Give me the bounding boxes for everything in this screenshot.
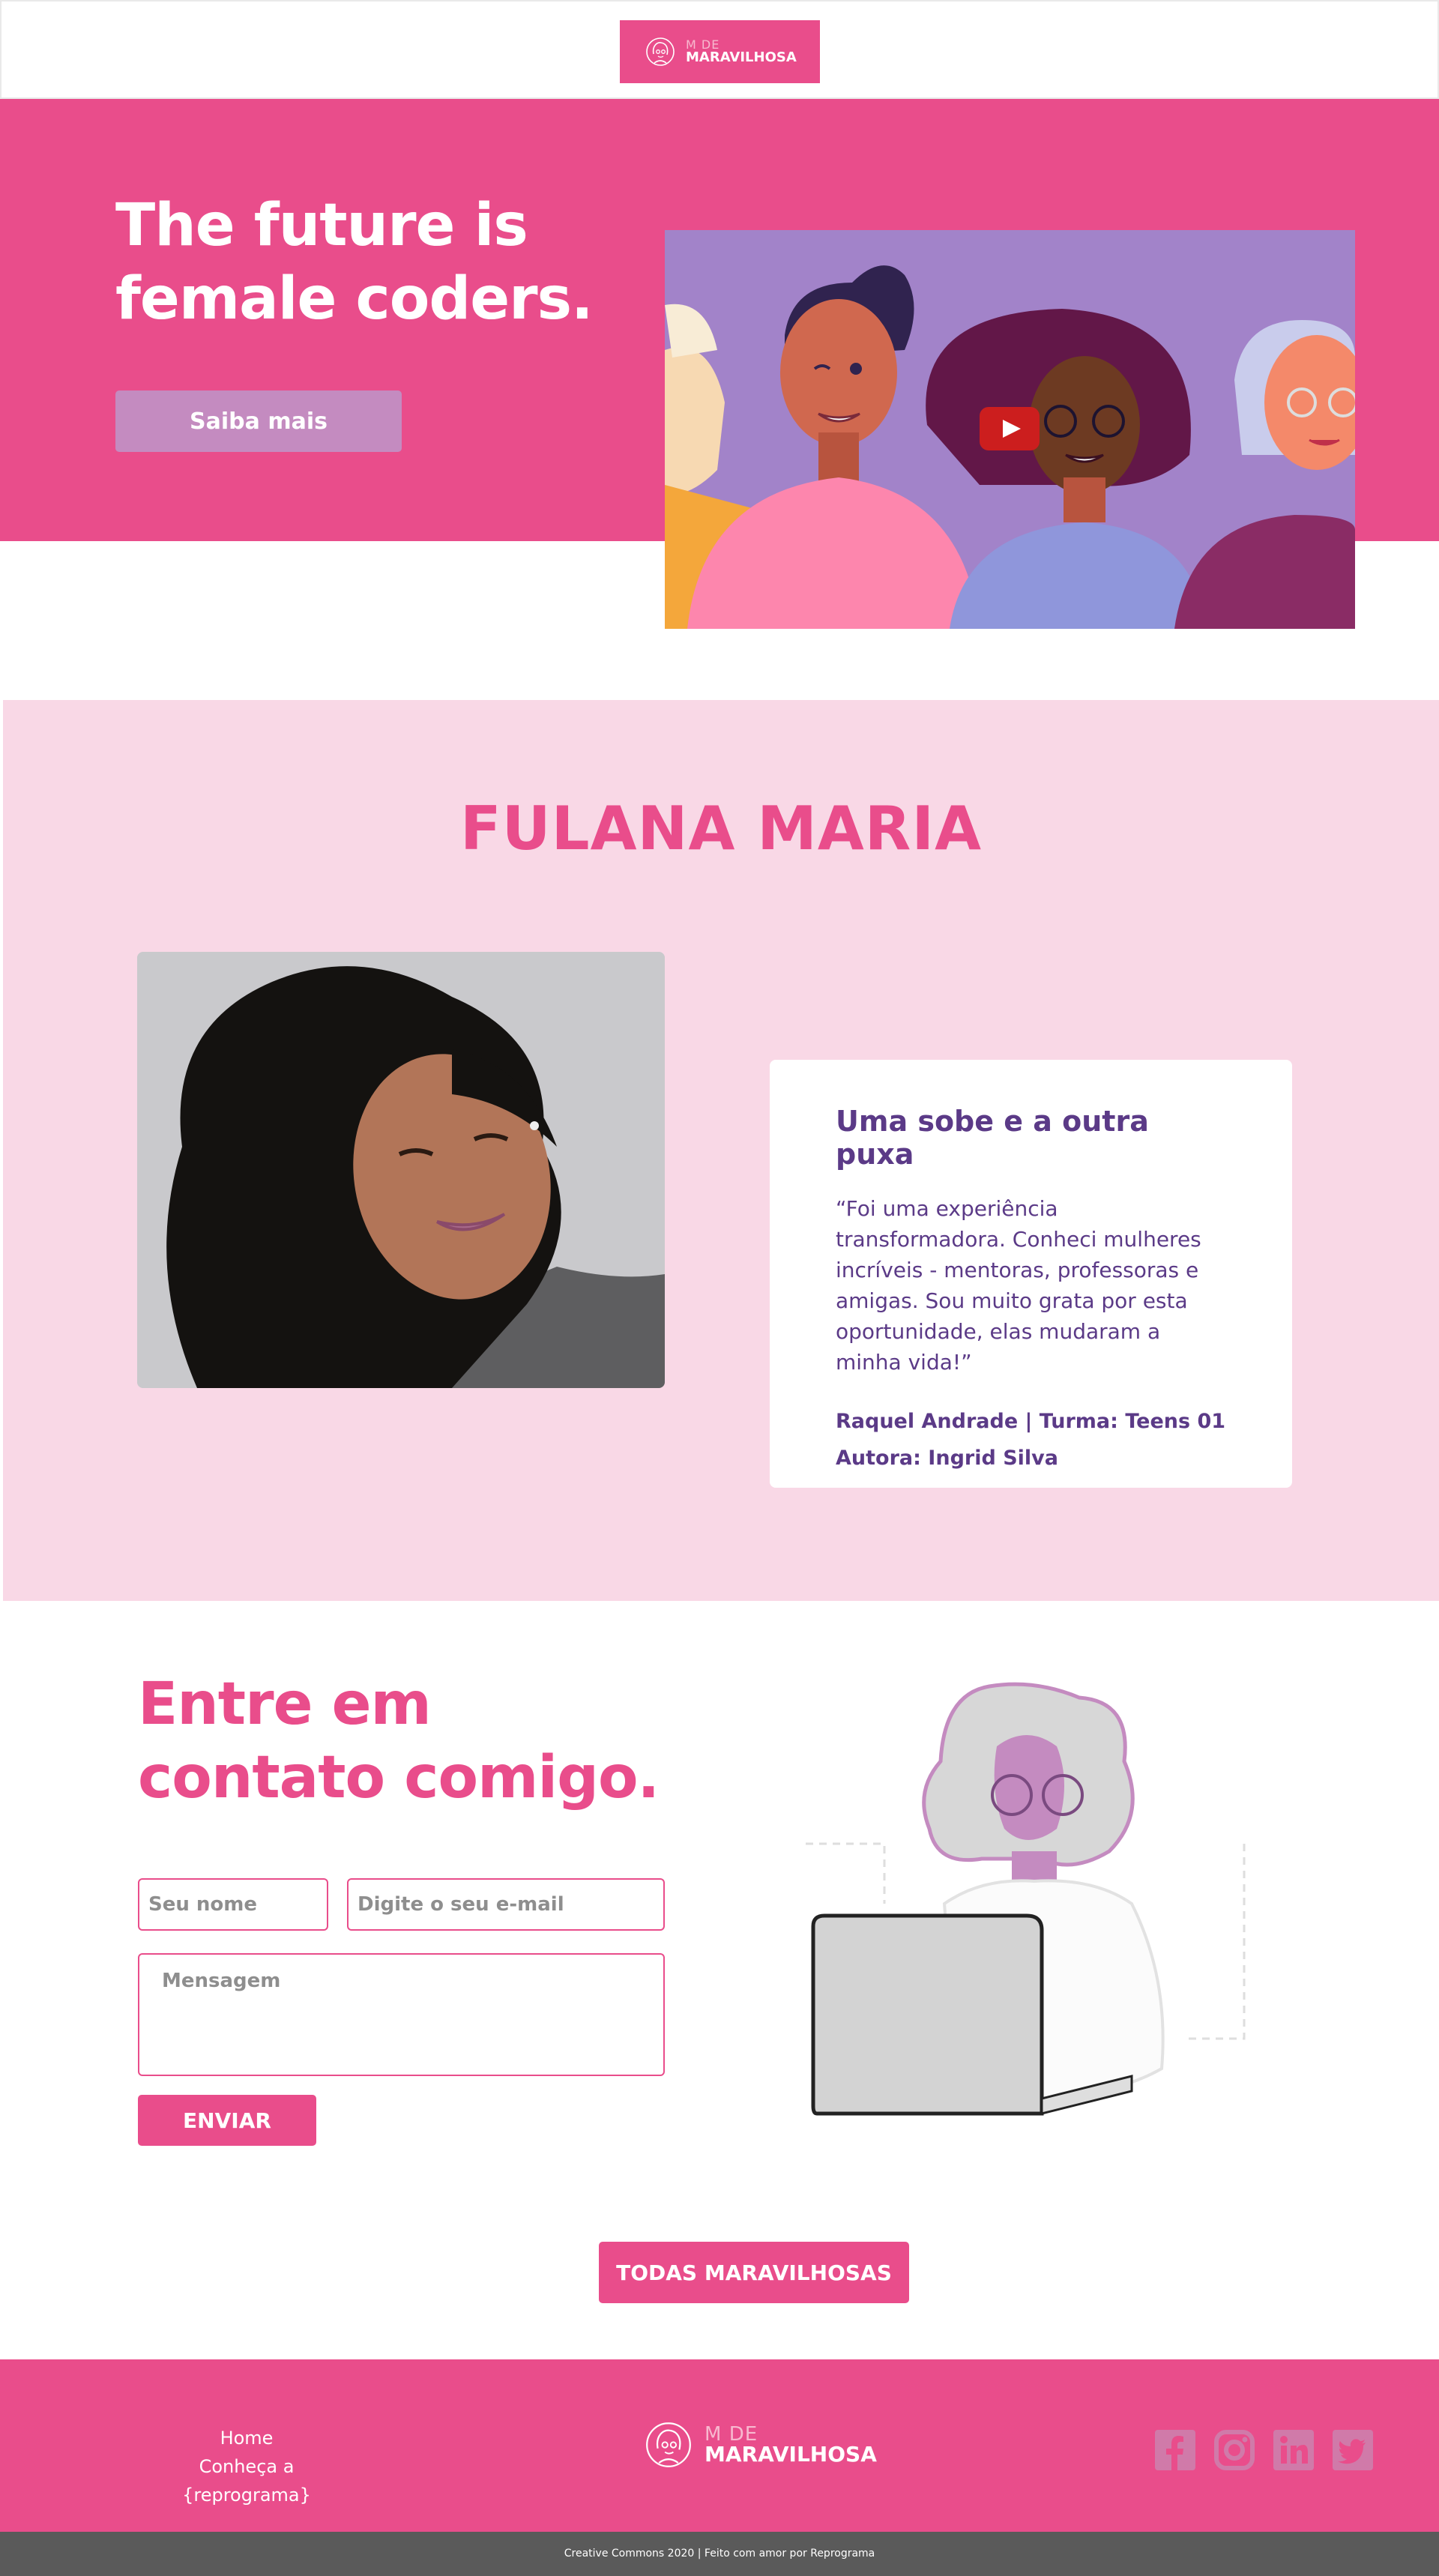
profile-photo bbox=[137, 952, 665, 1388]
footer-link-home[interactable]: Home bbox=[138, 2424, 355, 2452]
footer-nav: Home Conheça a {reprograma} bbox=[138, 2424, 355, 2509]
contact-title: Entre em contato comigo. bbox=[138, 1668, 708, 1815]
twitter-icon[interactable] bbox=[1333, 2430, 1373, 2470]
hero-title: The future is female coders. bbox=[115, 189, 655, 336]
instagram-icon[interactable] bbox=[1214, 2430, 1255, 2470]
testimonial-quote: “Foi uma experiência transformadora. Con… bbox=[836, 1196, 1201, 1375]
footer-logo-text: M DE MARAVILHOSA bbox=[705, 2425, 877, 2465]
email-input[interactable] bbox=[347, 1878, 665, 1931]
contact-title-line2: contato comigo. bbox=[138, 1744, 660, 1812]
todas-maravilhosas-button[interactable]: TODAS MARAVILHOSAS bbox=[599, 2242, 909, 2303]
social-links bbox=[1155, 2430, 1373, 2470]
send-button[interactable]: ENVIAR bbox=[138, 2095, 316, 2146]
logo-text: M DE MARAVILHOSA bbox=[686, 39, 797, 64]
footer-logo[interactable]: M DE MARAVILHOSA bbox=[645, 2421, 877, 2469]
hero-title-line2: female coders. bbox=[115, 265, 594, 333]
saiba-mais-button[interactable]: Saiba mais bbox=[115, 390, 402, 452]
logo-big-text: MARAVILHOSA bbox=[686, 49, 797, 65]
testimonial-card: Uma sobe e a outra puxa “Foi uma experiê… bbox=[770, 1060, 1292, 1488]
footer-logo-big-text: MARAVILHOSA bbox=[705, 2442, 877, 2467]
site-header: M DE MARAVILHOSA bbox=[0, 0, 1439, 99]
profile-section: FULANA MARIA Uma sobe e a outra puxa “Fo… bbox=[3, 700, 1439, 1601]
site-footer: Home Conheça a {reprograma} M DE MARAVIL… bbox=[0, 2359, 1439, 2532]
contact-title-line1: Entre em bbox=[138, 1671, 432, 1738]
woman-face-icon bbox=[646, 2422, 691, 2467]
testimonial-title: Uma sobe e a outra puxa bbox=[836, 1105, 1149, 1171]
testimonial-by: Autora: Ingrid Silva bbox=[836, 1447, 1058, 1470]
woman-laptop-illustration bbox=[806, 1682, 1246, 2116]
name-input[interactable] bbox=[138, 1878, 328, 1931]
woman-face-icon bbox=[646, 37, 675, 66]
facebook-icon[interactable] bbox=[1155, 2430, 1195, 2470]
message-textarea[interactable] bbox=[138, 1953, 665, 2076]
linkedin-icon[interactable] bbox=[1273, 2430, 1314, 2470]
copyright-bar: Creative Commons 2020 | Feito com amor p… bbox=[0, 2532, 1439, 2576]
profile-name: FULANA MARIA bbox=[459, 794, 983, 863]
hero-video[interactable] bbox=[665, 230, 1355, 629]
header-logo[interactable]: M DE MARAVILHOSA bbox=[620, 20, 820, 83]
hero-title-line1: The future is bbox=[115, 192, 528, 259]
play-icon[interactable] bbox=[980, 407, 1040, 450]
testimonial-author: Raquel Andrade | Turma: Teens 01 bbox=[836, 1410, 1226, 1433]
footer-link-reprograma[interactable]: Conheça a {reprograma} bbox=[138, 2452, 355, 2509]
